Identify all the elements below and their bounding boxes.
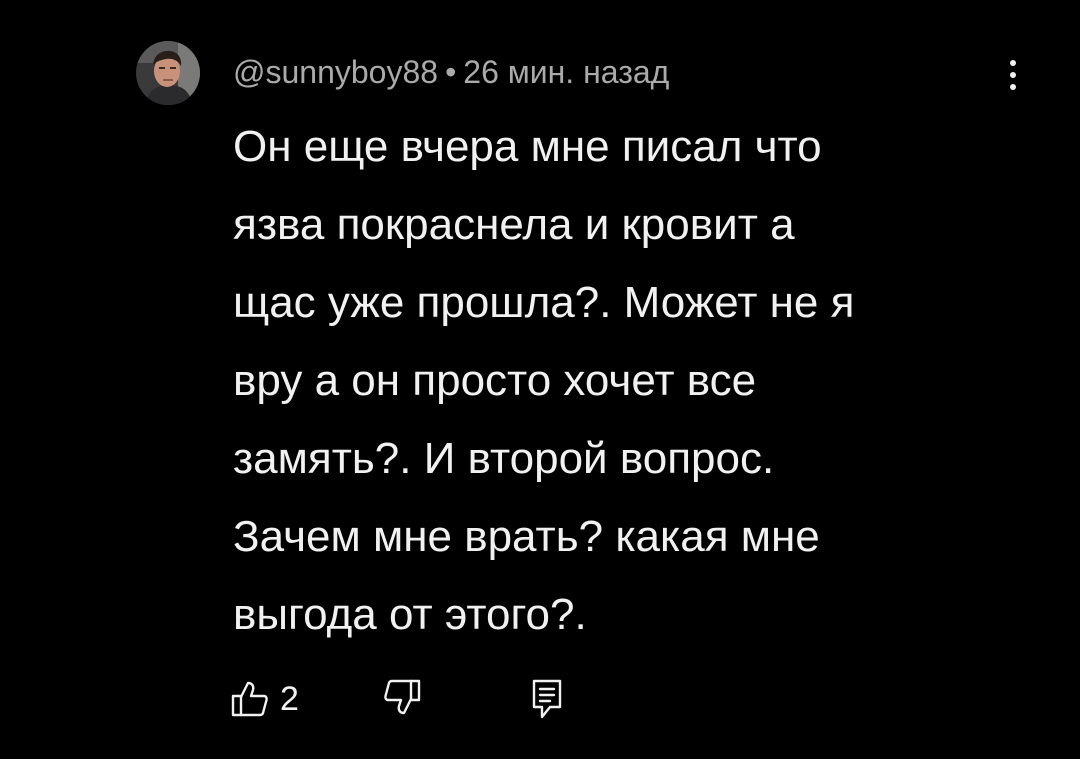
more-vertical-icon bbox=[1010, 60, 1016, 90]
like-count: 2 bbox=[280, 680, 299, 718]
avatar[interactable] bbox=[136, 41, 200, 105]
comment-actions: 2 bbox=[230, 675, 630, 725]
comment-time: 26 мин. назад bbox=[463, 54, 670, 90]
thumbs-down-icon bbox=[384, 679, 421, 715]
reply-comment-icon bbox=[532, 679, 562, 719]
comment-meta: @sunnyboy88 • 26 мин. назад bbox=[233, 52, 669, 92]
meta-separator: • bbox=[445, 54, 457, 90]
comment-text: Он еще вчера мне писал что язва покрасне… bbox=[233, 122, 855, 639]
reply-button[interactable] bbox=[530, 677, 564, 726]
comment-item: @sunnyboy88 • 26 мин. назад Он еще вчера м… bbox=[0, 0, 1080, 759]
more-options-button[interactable] bbox=[996, 52, 1030, 98]
avatar-photo bbox=[136, 41, 200, 105]
author-name[interactable]: @sunnyboy88 bbox=[233, 54, 438, 90]
like-button[interactable]: 2 bbox=[230, 679, 299, 719]
dislike-button[interactable] bbox=[382, 677, 422, 722]
thumbs-up-icon bbox=[231, 681, 268, 717]
